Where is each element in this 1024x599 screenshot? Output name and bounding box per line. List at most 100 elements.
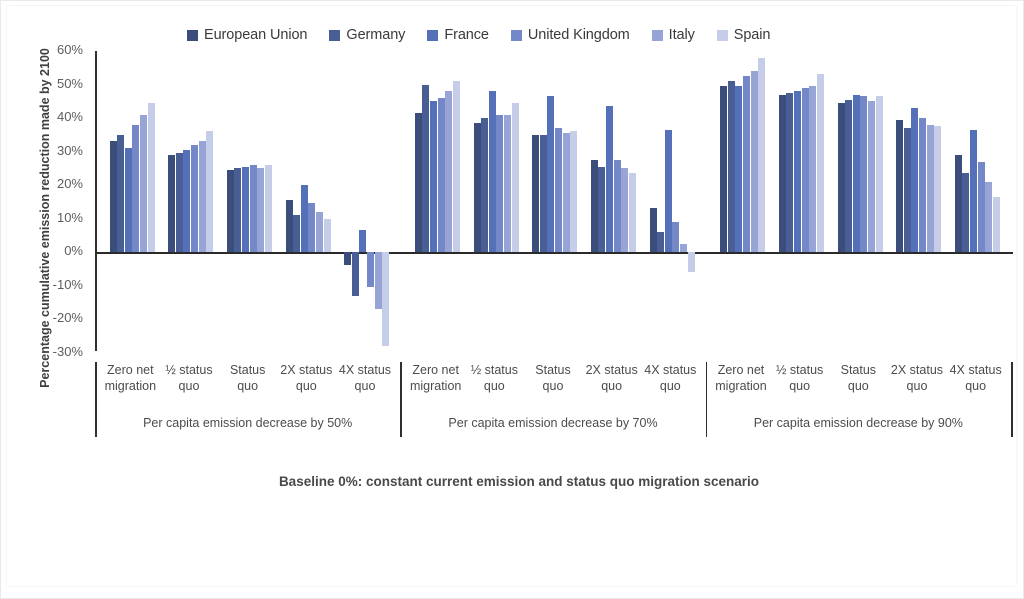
bar — [147, 102, 155, 252]
bar — [875, 96, 883, 252]
group-separator — [400, 362, 402, 437]
bar — [191, 144, 198, 252]
category-label-line1: 4X status — [338, 363, 392, 377]
bar — [503, 114, 511, 252]
category-label-line2: quo — [789, 379, 811, 393]
category-label: 4X status quo — [944, 362, 1007, 394]
bar — [242, 166, 250, 252]
bar — [919, 118, 926, 252]
category-label: 4X status quo — [639, 362, 702, 394]
category-label-line1: ½ status — [470, 363, 518, 377]
bar — [206, 131, 214, 252]
bar — [293, 215, 301, 252]
category-label-line1: 2X status — [890, 363, 944, 377]
category-tick — [379, 362, 381, 406]
bar — [896, 119, 904, 252]
bar — [562, 133, 570, 252]
legend-item-france[interactable]: France — [427, 27, 489, 43]
y-tick-label: 20% — [56, 176, 83, 191]
legend-label: Spain — [733, 27, 771, 43]
category-label-line2: quo — [601, 379, 623, 393]
legend-swatch-icon — [651, 29, 663, 41]
category-label-line1: Status — [535, 363, 571, 377]
category-label-line1: Status — [840, 363, 877, 377]
bar — [649, 208, 657, 252]
y-tick-label: 30% — [56, 142, 83, 158]
legend-label: Italy — [668, 27, 695, 43]
chart-caption: Baseline 0%: constant current emission a… — [278, 474, 760, 489]
category-label: 2X status quo — [886, 362, 949, 394]
bar — [344, 252, 352, 266]
category-label-line1: Zero net — [412, 363, 459, 377]
category-label-line2: migration — [104, 379, 157, 393]
category-label-line1: ½ status — [776, 363, 824, 377]
bar — [794, 91, 802, 252]
bar — [786, 92, 794, 252]
bar — [911, 107, 919, 252]
bar — [954, 154, 962, 252]
group-separator — [95, 362, 97, 437]
category-label-line2: quo — [542, 379, 564, 393]
category-label: 2X status quo — [580, 362, 643, 394]
bar — [758, 57, 766, 252]
bar — [977, 161, 985, 252]
category-tick — [74, 362, 76, 406]
legend-item-european-union[interactable]: European Union — [187, 27, 308, 43]
bar — [452, 81, 460, 252]
category-label-line2: quo — [847, 379, 869, 393]
bar — [414, 112, 422, 252]
category-tick — [191, 362, 193, 406]
legend-item-germany[interactable]: Germany — [329, 27, 405, 43]
bar — [801, 87, 809, 252]
bars-layer — [97, 51, 1013, 361]
category-label: 2X status quo — [275, 362, 338, 394]
bar — [903, 128, 911, 252]
legend-item-italy[interactable]: Italy — [651, 27, 695, 43]
bar — [437, 97, 445, 252]
category-label: ½ status quo — [158, 362, 221, 394]
legend-label: France — [444, 27, 489, 43]
bar — [598, 166, 606, 252]
legend-swatch-icon — [510, 29, 522, 41]
group-separator — [1011, 362, 1013, 437]
bar — [351, 252, 359, 296]
category-label-line1: Zero net — [107, 363, 154, 377]
bar — [308, 203, 316, 252]
bar — [285, 200, 293, 252]
bar — [934, 126, 942, 252]
category-label: Zero net migration — [404, 362, 467, 394]
bar — [132, 124, 140, 252]
legend-swatch-icon — [427, 29, 439, 41]
category-label-line2: quo — [906, 379, 928, 393]
category-label-line2: quo — [965, 379, 987, 393]
category-label-line1: 2X status — [585, 363, 638, 377]
bar — [175, 153, 183, 252]
category-label-line2: quo — [659, 379, 681, 393]
bar — [124, 148, 132, 252]
bar — [183, 149, 191, 252]
category-tick — [684, 362, 686, 406]
legend-item-spain[interactable]: Spain — [716, 27, 771, 43]
bar — [234, 168, 242, 252]
bar — [473, 123, 481, 252]
category-label-line1: Zero net — [717, 363, 765, 377]
legend-swatch-icon — [329, 29, 341, 41]
bar — [496, 114, 504, 252]
category-tick — [438, 362, 440, 406]
bar — [837, 102, 845, 252]
category-tick — [555, 362, 557, 406]
category-label: Zero net migration — [710, 362, 773, 394]
bar — [168, 154, 176, 252]
legend-label: European Union — [204, 27, 308, 43]
legend-item-united-kingdom[interactable]: United Kingdom — [510, 27, 630, 43]
bar — [621, 168, 629, 252]
bar — [117, 134, 125, 252]
bar — [613, 159, 621, 252]
group-separator — [705, 362, 708, 437]
category-label-line2: quo — [178, 379, 200, 393]
bar — [720, 86, 728, 252]
bar — [226, 169, 234, 252]
category-tick — [860, 362, 862, 406]
group-labels: Per capita emission decrease by 50% Per c… — [95, 410, 1013, 440]
category-label: ½ status quo — [463, 362, 526, 394]
